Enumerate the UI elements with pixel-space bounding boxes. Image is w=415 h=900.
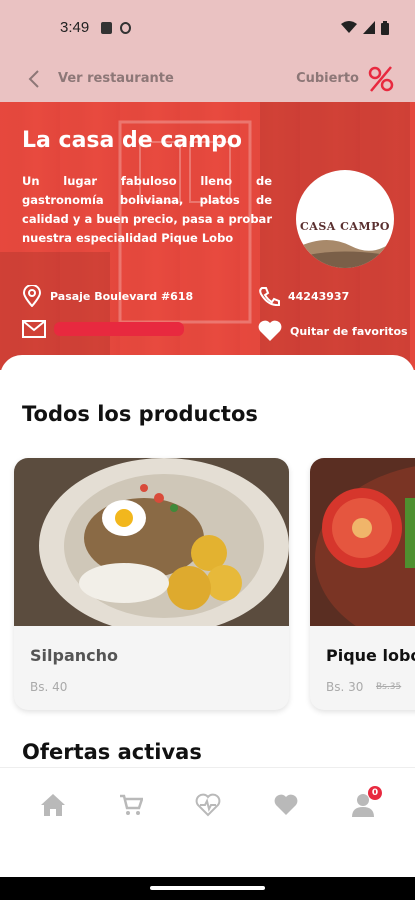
signal-icon xyxy=(363,21,375,34)
nav-profile[interactable]: 0 xyxy=(348,786,382,820)
bottom-navigation: 0 xyxy=(0,767,415,877)
product-card-silpancho[interactable]: Silpancho Bs. 40 xyxy=(14,458,289,710)
mail-icon xyxy=(22,320,46,338)
gesture-bar xyxy=(0,877,415,900)
nav-cart[interactable] xyxy=(116,790,146,820)
home-gesture-pill[interactable] xyxy=(150,886,265,890)
product-card-pique-lobo[interactable]: Pique lobo Bs. 30 Bs.35 xyxy=(310,458,415,710)
favorite-label: Quitar de favoritos xyxy=(290,324,408,338)
restaurant-hero: La casa de campo Un lugar fabuloso lleno… xyxy=(0,102,415,370)
email-row[interactable] xyxy=(22,320,184,338)
sd-card-icon xyxy=(101,21,113,34)
open-status-label: Cubierto xyxy=(296,71,359,86)
home-icon xyxy=(41,794,65,816)
phone-text: 44243937 xyxy=(288,289,350,303)
wifi-icon xyxy=(341,21,357,33)
status-time: 3:49 xyxy=(60,19,90,36)
product-name: Silpancho xyxy=(30,646,118,665)
nav-favorites[interactable] xyxy=(271,790,301,820)
system-icons xyxy=(341,20,389,35)
email-redacted xyxy=(54,322,184,336)
discount-icon[interactable] xyxy=(367,65,395,93)
cart-icon xyxy=(120,794,143,815)
page-title: Ver restaurante xyxy=(58,71,174,86)
sync-icon xyxy=(120,21,132,34)
phone-row[interactable]: 44243937 xyxy=(258,286,349,306)
heart-icon xyxy=(258,320,282,341)
silpancho-photo xyxy=(14,458,289,626)
back-arrow-icon[interactable] xyxy=(24,69,44,89)
app-bar: Ver restaurante Cubierto xyxy=(0,55,415,102)
products-section-title: Todos los productos xyxy=(22,402,258,426)
restaurant-name: La casa de campo xyxy=(22,128,243,153)
product-old-price: Bs.35 xyxy=(376,682,402,692)
notification-badge: 0 xyxy=(368,786,382,800)
phone-icon xyxy=(259,287,280,306)
product-price: Bs. 40 xyxy=(30,680,68,694)
battery-icon xyxy=(381,20,389,35)
offers-section-title: Ofertas activas xyxy=(22,740,202,764)
status-bar: 3:49 xyxy=(0,0,415,55)
product-price: Bs. 30 xyxy=(326,680,364,694)
address-row: Pasaje Boulevard #618 xyxy=(22,285,193,307)
health-icon xyxy=(195,793,221,817)
logo-hill-graphic xyxy=(296,239,394,268)
notification-icons xyxy=(101,21,132,34)
restaurant-description: Un lugar fabuloso lleno de gastronomía b… xyxy=(22,174,272,245)
product-name: Pique lobo xyxy=(326,646,415,665)
heart-icon xyxy=(274,794,298,815)
favorite-toggle[interactable]: Quitar de favoritos xyxy=(258,320,408,342)
restaurant-logo: CASA CAMPO xyxy=(296,170,394,268)
location-pin-icon xyxy=(22,285,42,307)
pique-lobo-photo xyxy=(310,458,415,626)
address-text: Pasaje Boulevard #618 xyxy=(50,289,194,303)
content-panel: Todos los productos Silpancho Bs. 40 Piq… xyxy=(0,355,415,767)
nav-health[interactable] xyxy=(193,790,223,820)
logo-text: CASA CAMPO xyxy=(300,219,390,233)
nav-home[interactable] xyxy=(38,790,68,820)
